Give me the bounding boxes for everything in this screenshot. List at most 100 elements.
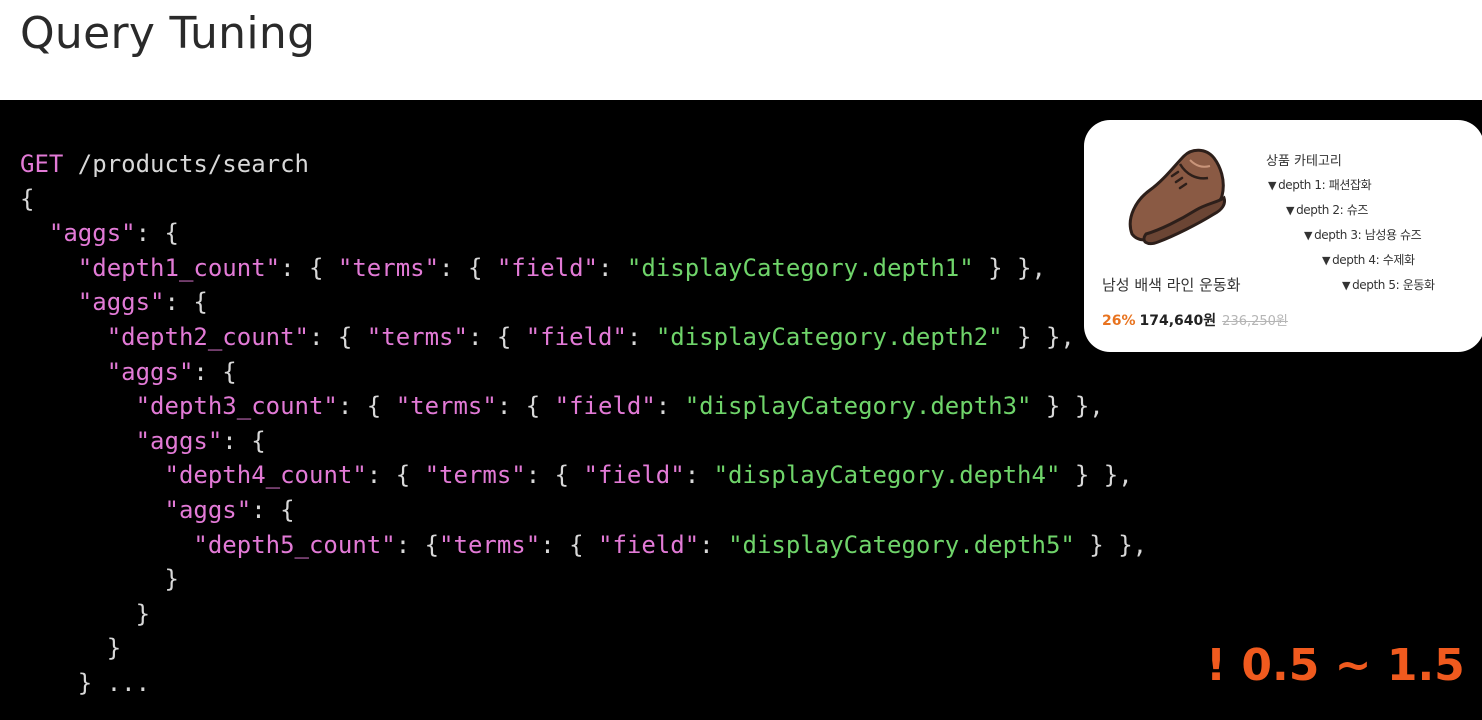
code-token-punct (20, 461, 165, 489)
code-token-punct: : { (525, 461, 584, 490)
code-token-key: "aggs" (135, 426, 223, 455)
category-depth-5: ▼ depth 5: 운동화 (1342, 278, 1435, 292)
code-token-key: "field" (525, 322, 627, 351)
code-token-punct: } (20, 599, 151, 628)
code-token-key: "field" (554, 392, 656, 421)
category-depth-4: ▼ depth 4: 수제화 (1322, 253, 1415, 267)
code-token-punct: : { (366, 461, 425, 490)
code-token-key: "depth3_count" (135, 392, 338, 421)
code-token-punct: : (626, 322, 656, 351)
code-token-key: "aggs" (106, 357, 194, 386)
code-line: } (20, 562, 1147, 597)
code-token-key: "depth5_count" (193, 530, 396, 559)
triangle-down-icon: ▼ (1268, 179, 1277, 192)
triangle-down-icon: ▼ (1342, 279, 1351, 292)
code-lines: { "aggs": { "depth1_count": { "terms": {… (20, 182, 1147, 701)
code-token-punct (20, 392, 136, 420)
code-token-punct: : { (337, 392, 396, 421)
sale-price: 174,640원 (1139, 313, 1217, 329)
code-line: "aggs": { (20, 424, 1147, 459)
code-line: "depth1_count": { "terms": { "field": "d… (20, 251, 1147, 286)
code-token-punct (20, 427, 136, 455)
code-line: { (20, 182, 1147, 217)
triangle-down-icon: ▼ (1304, 229, 1313, 242)
category-depth-2: ▼ depth 2: 슈즈 (1286, 203, 1368, 217)
code-token-str: "displayCategory.depth2" (655, 322, 1003, 351)
code-token-key: "terms" (337, 253, 440, 282)
category-depth-1: ▼ depth 1: 패션잡화 (1268, 178, 1372, 192)
code-token-key: "aggs" (77, 288, 165, 317)
slide-title: Query Tuning (20, 8, 316, 59)
code-line: } (20, 597, 1147, 632)
code-line: "depth4_count": { "terms": { "field": "d… (20, 458, 1147, 493)
code-token-punct: : { (222, 426, 266, 455)
code-token-punct: } }, (973, 253, 1046, 282)
code-token-punct: : { (395, 530, 440, 559)
code-line: "depth3_count": { "terms": { "field": "d… (20, 389, 1147, 424)
code-token-key: "terms" (395, 392, 497, 421)
request-path: /products/search (63, 150, 309, 178)
code-token-punct: : (655, 392, 685, 421)
code-line-request: GET /products/search (20, 147, 1147, 182)
code-token-punct: : { (540, 530, 598, 559)
code-token-punct: } }, (1074, 530, 1148, 559)
code-line: } ... (20, 666, 1147, 701)
code-token-key: "depth1_count" (77, 253, 281, 282)
category-depth-3: ▼ depth 3: 남성용 슈즈 (1304, 228, 1422, 242)
code-token-punct (20, 496, 165, 524)
code-block: GET /products/search{ "aggs": { "depth1_… (20, 147, 1147, 701)
code-token-str: "displayCategory.depth3" (684, 392, 1032, 421)
code-token-str: "displayCategory.depth5" (728, 530, 1075, 559)
code-token-punct (20, 323, 107, 351)
code-token-punct: } }, (1031, 392, 1104, 421)
code-token-punct: } }, (1060, 461, 1133, 490)
code-token-key: "depth2_count" (106, 322, 309, 351)
title-bar: Query Tuning (0, 0, 1482, 100)
code-token-punct: : (684, 461, 714, 490)
code-token-punct: : { (164, 288, 208, 317)
code-line: "aggs": { (20, 285, 1147, 320)
triangle-down-icon: ▼ (1322, 254, 1331, 267)
code-token-punct (20, 254, 78, 282)
code-token-punct: } }, (1002, 322, 1075, 351)
code-token-key: "depth4_count" (164, 461, 367, 490)
code-token-punct (20, 531, 193, 559)
code-token-punct: { (20, 184, 35, 213)
code-token-key: "terms" (424, 461, 526, 490)
code-line: "aggs": { (20, 493, 1147, 528)
code-token-key: "terms" (439, 530, 541, 559)
code-token-key: "field" (598, 530, 700, 559)
http-method: GET (20, 150, 64, 178)
code-token-key: "field" (496, 253, 598, 282)
code-token-punct: } (20, 565, 179, 594)
code-token-str: "displayCategory.depth1" (626, 253, 974, 282)
category-tree: 상품 카테고리 ▼ depth 1: 패션잡화 ▼ depth 2: 슈즈 ▼ dep… (1266, 150, 1480, 300)
code-line: "depth2_count": { "terms": { "field": "d… (20, 320, 1147, 355)
code-token-punct: : { (280, 253, 338, 282)
code-token-str: "displayCategory.depth4" (713, 461, 1061, 490)
code-token-key: "aggs" (48, 219, 136, 248)
original-price: 236,250원 (1222, 314, 1288, 329)
code-line: "aggs": { (20, 355, 1147, 390)
code-token-punct: : { (193, 357, 237, 386)
code-token-punct: : (598, 253, 627, 282)
product-name: 남성 배색 라인 운동화 (1102, 276, 1241, 294)
code-line: "aggs": { (20, 216, 1147, 251)
code-token-key: "terms" (366, 322, 468, 351)
code-token-punct: : { (467, 322, 526, 351)
code-token-punct: } ... (20, 668, 151, 697)
code-token-punct: : { (496, 392, 555, 421)
code-token-punct: : { (309, 322, 367, 351)
product-card: 상품 카테고리 ▼ depth 1: 패션잡화 ▼ depth 2: 슈즈 ▼ dep… (1084, 120, 1482, 352)
code-token-punct: : { (135, 219, 179, 248)
code-token-punct (20, 219, 49, 247)
timing-label: ! 0.5 ~ 1.5 se (1206, 640, 1482, 691)
code-token-punct: : { (439, 253, 497, 282)
discount-rate: 26% (1102, 313, 1136, 329)
category-title: 상품 카테고리 (1266, 154, 1342, 169)
code-token-punct: } (20, 634, 122, 663)
code-line: "depth5_count": {"terms": { "field": "di… (20, 528, 1147, 563)
code-token-punct (20, 358, 107, 386)
code-token-key: "aggs" (164, 495, 252, 524)
code-line: } (20, 631, 1147, 666)
